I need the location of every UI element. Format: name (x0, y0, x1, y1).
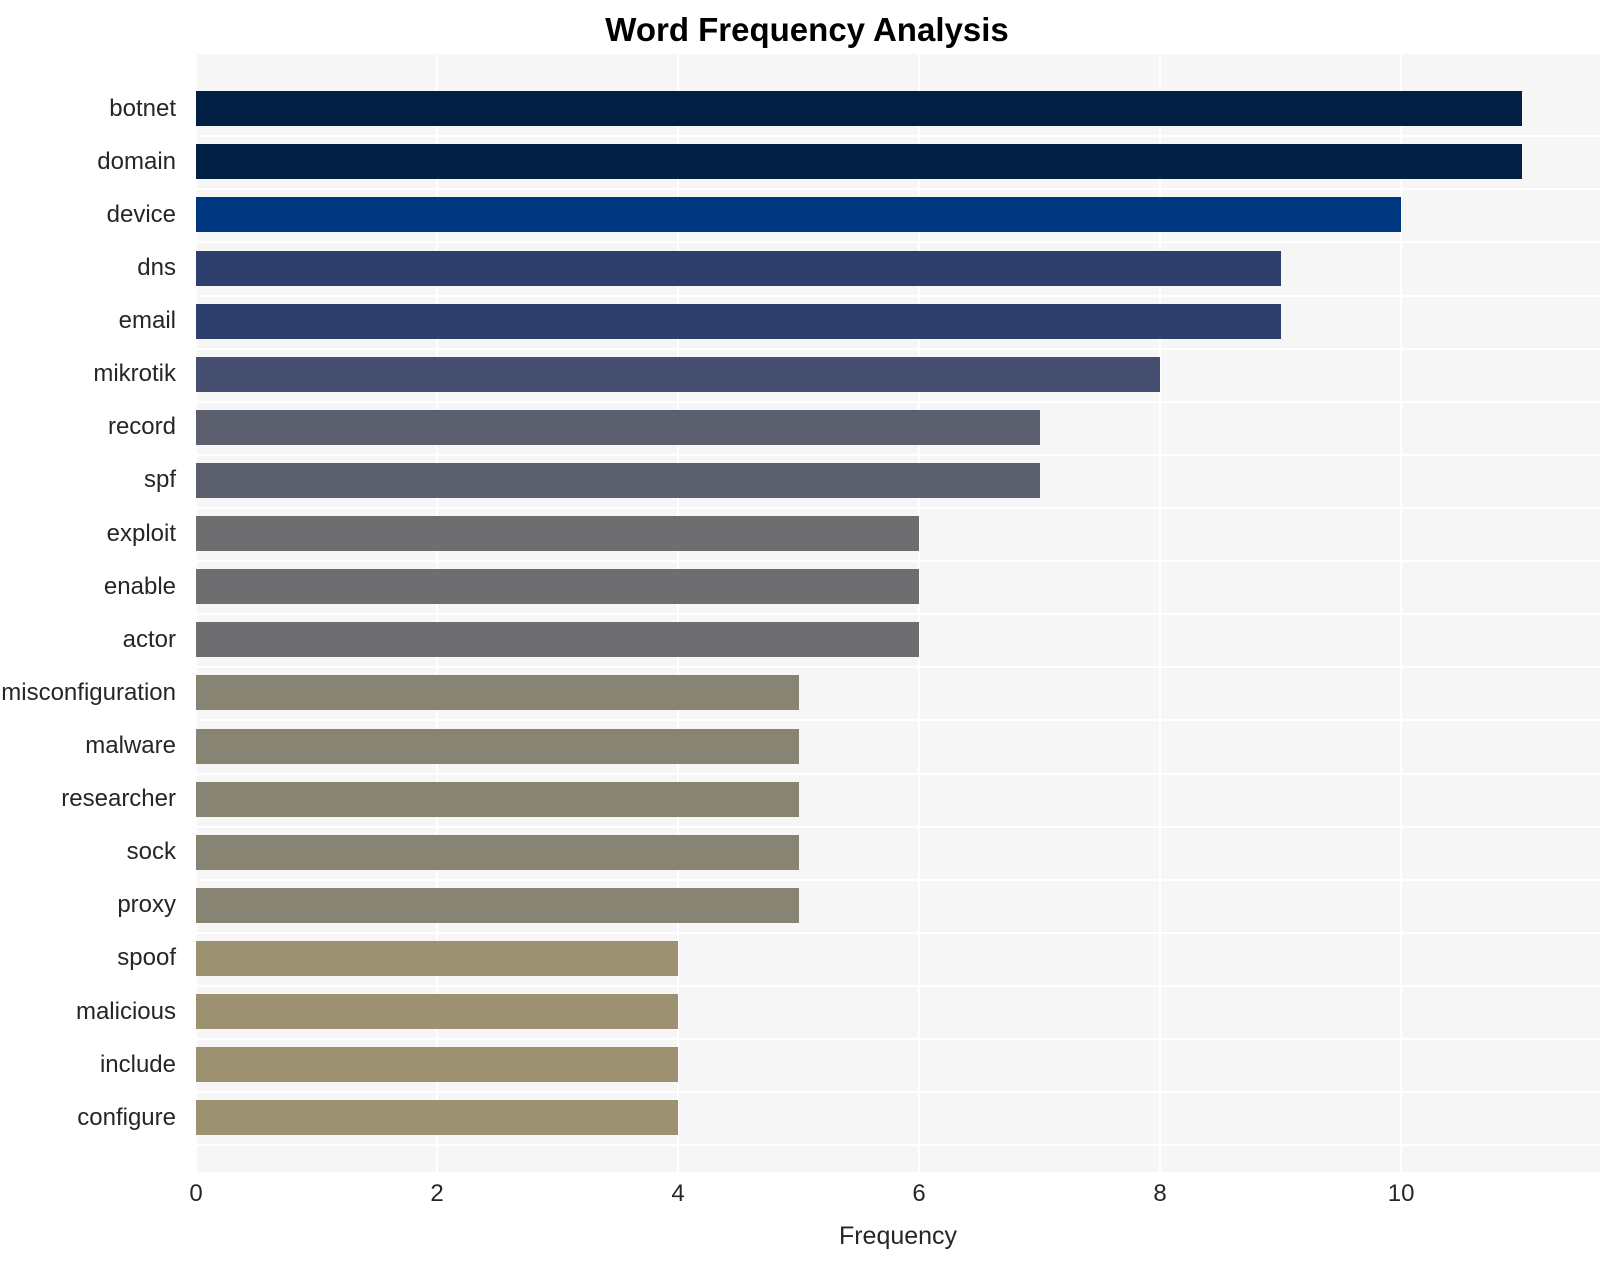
bar (196, 303, 1281, 339)
y-gridline (196, 507, 1600, 510)
y-tick-label: device (106, 200, 176, 228)
y-gridline (196, 878, 1600, 881)
y-tick-label: researcher (61, 785, 176, 813)
y-tick-label: include (99, 1050, 176, 1078)
y-gridline (196, 1038, 1600, 1041)
bar (196, 1047, 679, 1083)
bar (196, 91, 1522, 127)
bar (196, 356, 1161, 392)
x-tick-label: 6 (912, 1180, 926, 1207)
bar (196, 197, 1402, 233)
y-tick-label: sock (126, 838, 176, 866)
y-gridline (196, 241, 1600, 244)
y-gridline (196, 1144, 1600, 1147)
bar (196, 569, 920, 605)
y-tick-label: enable (103, 572, 176, 600)
x-axis-label: Frequency (838, 1222, 958, 1250)
bar (196, 728, 799, 764)
y-gridline (196, 985, 1600, 988)
y-tick-label: actor (122, 625, 176, 653)
y-gridline (196, 347, 1600, 350)
y-axis-tick-labels: botnet domain device dns email mikrotik record… (0, 54, 186, 1172)
y-gridline (196, 1091, 1600, 1094)
bar (196, 144, 1522, 180)
y-tick-label: domain (97, 147, 176, 175)
x-tick-label: 4 (671, 1180, 685, 1207)
y-tick-label: malware (85, 732, 176, 760)
x-tick-label: 2 (430, 1180, 444, 1207)
plot-area (195, 54, 1600, 1172)
y-tick-label: record (107, 413, 176, 441)
y-gridline (196, 931, 1600, 934)
y-gridline (196, 294, 1600, 297)
bar (196, 516, 920, 552)
bar (196, 675, 799, 711)
y-tick-label: configure (77, 1103, 176, 1131)
chart-figure: Word Frequency Analysis botnet domain devi… (0, 0, 1614, 1282)
y-tick-label: misconfiguration (1, 678, 176, 706)
bar (196, 940, 679, 976)
y-gridline (196, 560, 1600, 563)
bar (196, 462, 1040, 498)
bar (196, 887, 799, 923)
y-gridline (196, 453, 1600, 456)
bar (196, 994, 679, 1030)
bar (196, 834, 799, 870)
y-tick-label: spoof (117, 944, 176, 972)
y-tick-label: malicious (75, 997, 176, 1025)
y-tick-label: mikrotik (93, 360, 176, 388)
bar (196, 250, 1281, 286)
y-gridline (196, 666, 1600, 669)
y-gridline (196, 825, 1600, 828)
y-gridline (196, 613, 1600, 616)
chart-title: Word Frequency Analysis (605, 11, 1009, 48)
bar (196, 1100, 679, 1136)
y-gridline (196, 719, 1600, 722)
bar (196, 781, 799, 817)
y-tick-label: spf (143, 466, 176, 494)
y-tick-label: proxy (117, 891, 176, 919)
y-tick-label: exploit (106, 519, 176, 547)
y-gridline (196, 135, 1600, 138)
bar (196, 622, 920, 658)
y-tick-label: email (118, 307, 176, 335)
x-tick-label: 0 (189, 1180, 203, 1207)
y-gridline (196, 772, 1600, 775)
y-tick-label: dns (137, 254, 176, 282)
y-gridline (196, 400, 1600, 403)
bar (196, 409, 1040, 445)
y-gridline (196, 188, 1600, 191)
x-tick-label: 8 (1153, 1180, 1167, 1207)
x-axis-tick-labels: 0 2 4 6 8 10 (189, 1180, 1600, 1220)
y-tick-label: botnet (109, 94, 176, 122)
x-tick-label: 10 (1387, 1180, 1415, 1207)
